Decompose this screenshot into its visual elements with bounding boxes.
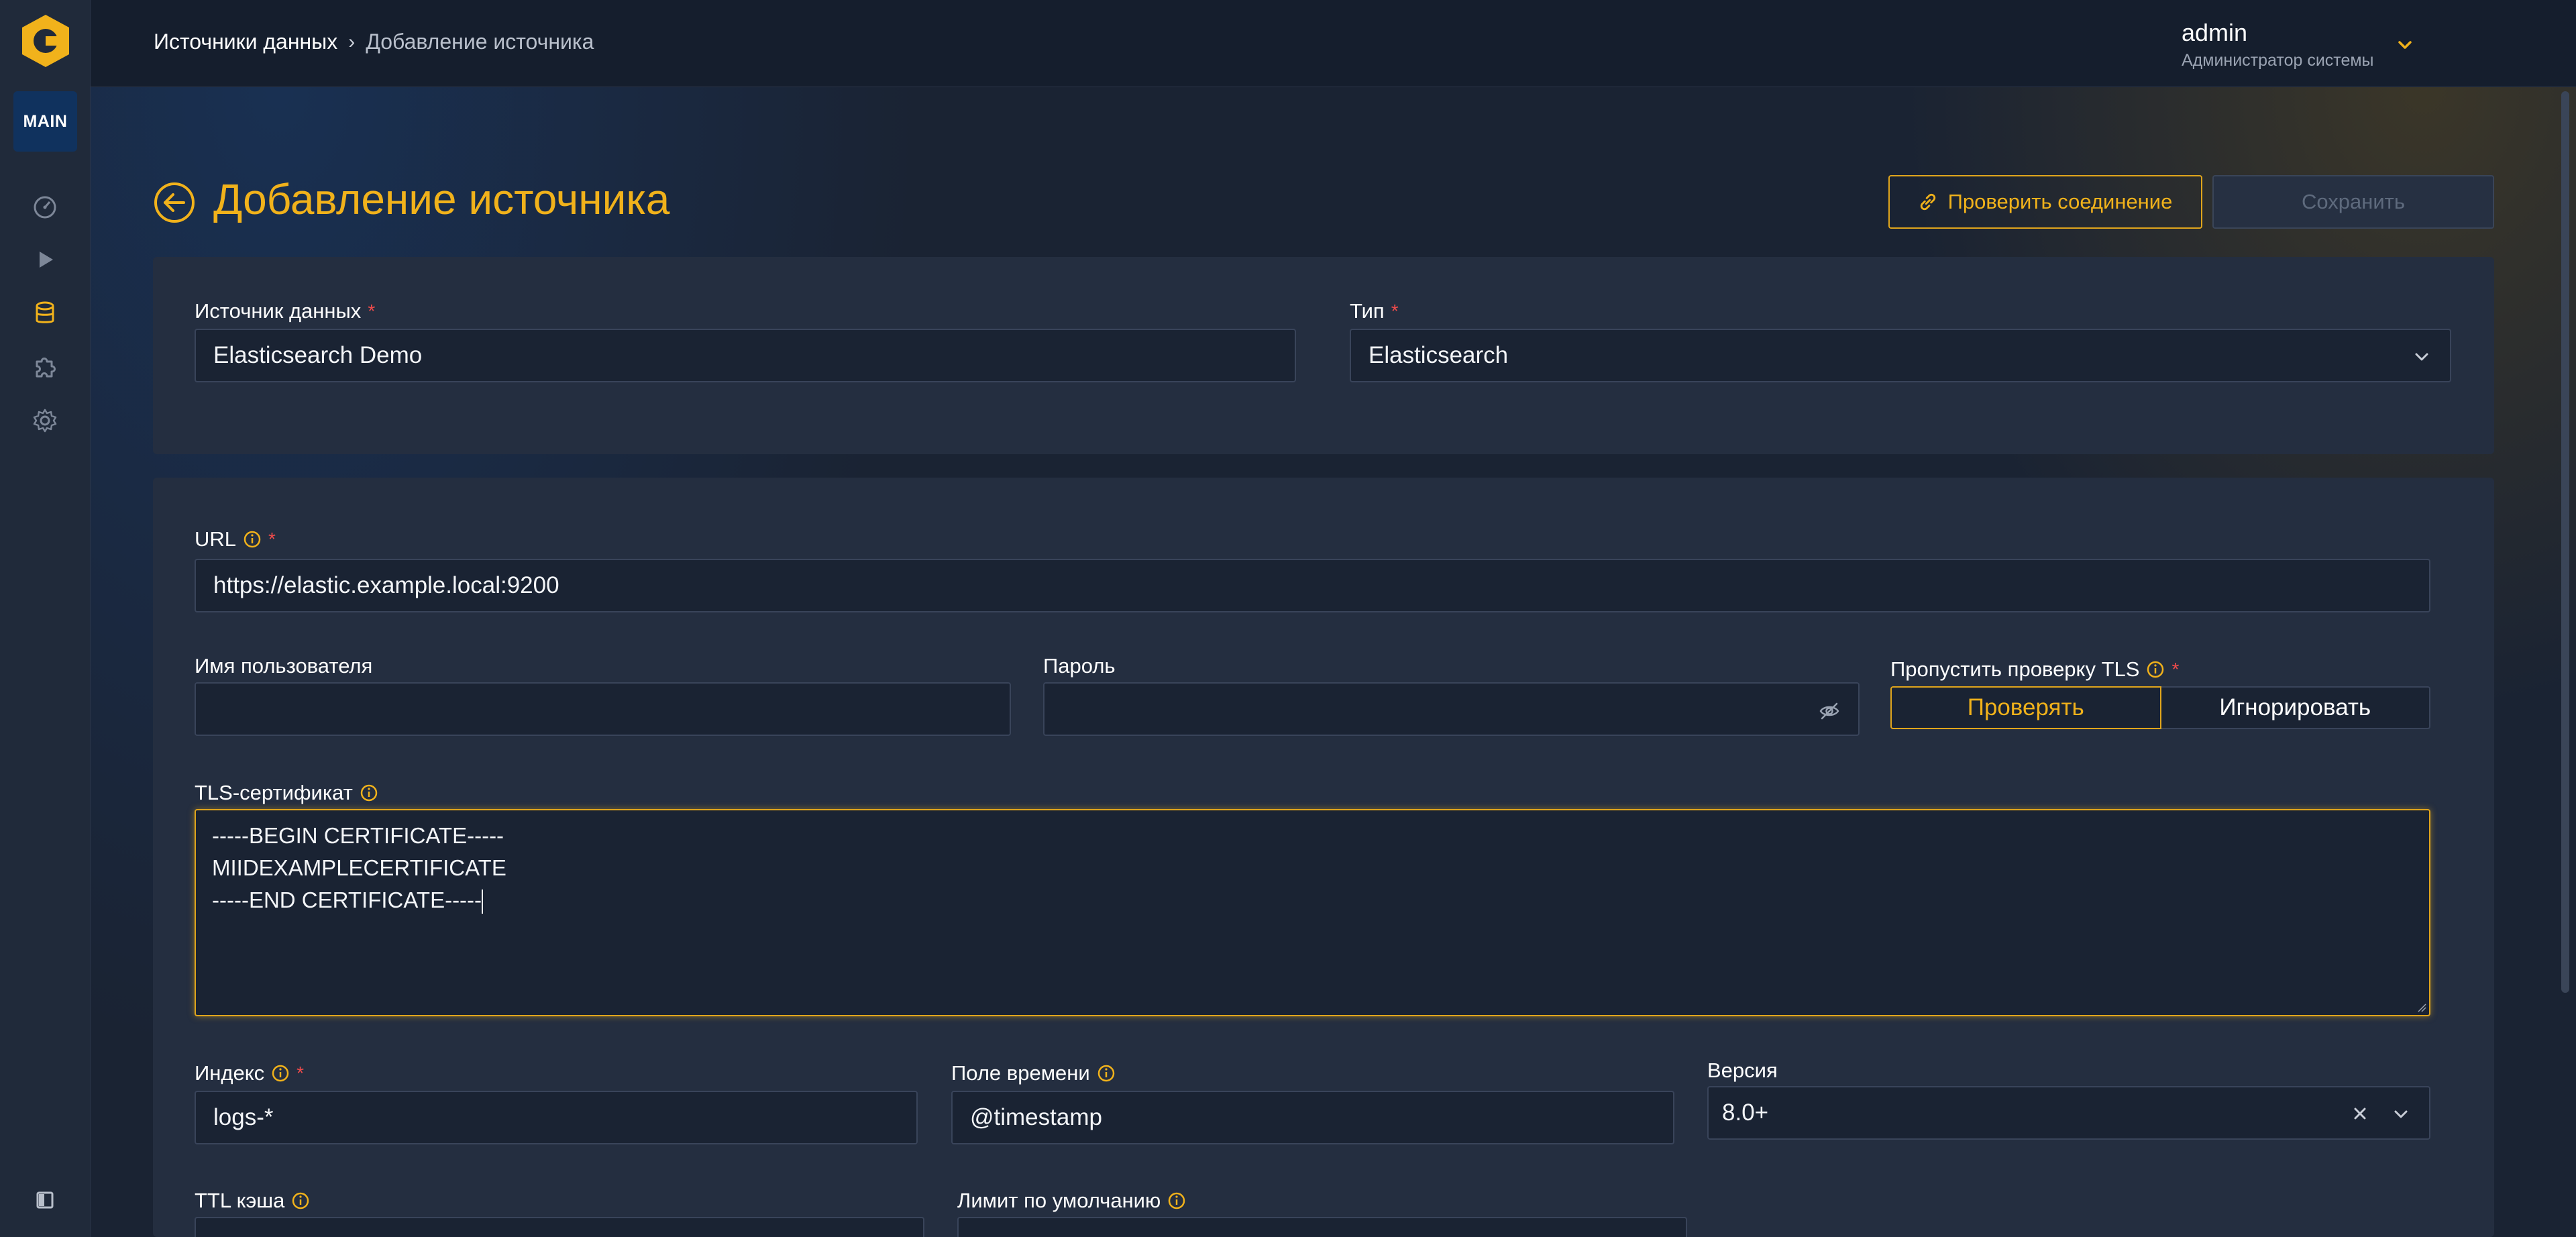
version-label: Версия bbox=[1707, 1059, 1778, 1082]
chevron-right-icon: › bbox=[348, 30, 356, 53]
back-arrow-icon[interactable] bbox=[153, 181, 196, 224]
text-caret bbox=[482, 890, 484, 914]
nav-settings[interactable] bbox=[30, 405, 60, 436]
password-label: Пароль bbox=[1043, 654, 1116, 678]
version-select[interactable]: 8.0+ bbox=[1707, 1086, 2430, 1140]
required-mark: * bbox=[1391, 301, 1399, 321]
breadcrumb: Источники данных › Добавление источника bbox=[154, 30, 594, 54]
info-icon[interactable] bbox=[1097, 1064, 1116, 1083]
index-input[interactable]: logs-* bbox=[195, 1091, 918, 1144]
required-mark: * bbox=[368, 301, 376, 321]
info-icon[interactable] bbox=[2146, 660, 2165, 679]
required-mark: * bbox=[297, 1063, 305, 1083]
source-name-input[interactable]: Elasticsearch Demo bbox=[195, 329, 1296, 382]
database-icon bbox=[36, 301, 54, 323]
type-select[interactable]: Elasticsearch bbox=[1350, 329, 2451, 382]
page-title: Добавление источника bbox=[213, 175, 670, 223]
chevron-down-icon[interactable] bbox=[2395, 35, 2415, 55]
info-icon[interactable] bbox=[243, 530, 262, 549]
tls-cert-label: TLS-сертификат bbox=[195, 781, 378, 805]
puzzle-icon bbox=[36, 358, 56, 378]
logo-icon bbox=[22, 15, 69, 67]
password-input[interactable] bbox=[1043, 682, 1860, 736]
chevron-down-icon bbox=[2415, 353, 2428, 361]
info-icon[interactable] bbox=[271, 1064, 290, 1083]
clear-icon[interactable] bbox=[2350, 1104, 2370, 1124]
check-connection-button[interactable]: Проверить соединение bbox=[1888, 175, 2202, 229]
nav-dashboard[interactable] bbox=[30, 191, 60, 222]
user-menu[interactable]: admin Администратор системы bbox=[2182, 19, 2374, 70]
time-field-label: Поле времени bbox=[951, 1061, 1116, 1085]
workspace-badge[interactable]: MAIN bbox=[13, 91, 77, 152]
gear-icon bbox=[33, 409, 57, 433]
cache-ttl-input[interactable] bbox=[195, 1217, 924, 1237]
save-button[interactable]: Сохранить bbox=[2212, 175, 2494, 229]
nav-plugins[interactable] bbox=[30, 352, 60, 382]
breadcrumb-link-datasources[interactable]: Источники данных bbox=[154, 30, 337, 54]
breadcrumb-current: Добавление источника bbox=[366, 30, 594, 54]
type-label: Тип * bbox=[1350, 299, 1399, 323]
info-icon[interactable] bbox=[1167, 1191, 1186, 1210]
cert-line: -----BEGIN CERTIFICATE----- bbox=[212, 823, 504, 848]
url-label: URL * bbox=[195, 527, 276, 551]
resize-grip-icon[interactable] bbox=[2417, 1003, 2426, 1012]
app-logo[interactable] bbox=[18, 13, 73, 68]
username-label: Имя пользователя bbox=[195, 654, 373, 678]
nav-datasources[interactable] bbox=[30, 298, 60, 329]
sidebar: MAIN bbox=[0, 0, 91, 1237]
sidebar-collapse-icon bbox=[36, 1191, 54, 1209]
tls-verify-option[interactable]: Проверять bbox=[1890, 686, 2161, 729]
info-icon[interactable] bbox=[360, 784, 378, 802]
play-icon bbox=[40, 252, 53, 268]
app-root: MAIN Источники данных › Добавление источ… bbox=[0, 0, 2576, 1237]
link-icon bbox=[1920, 193, 1935, 211]
source-name-label: Источник данных * bbox=[195, 299, 376, 323]
sidebar-collapse-button[interactable] bbox=[30, 1185, 60, 1216]
eye-off-icon[interactable] bbox=[1818, 700, 1841, 722]
skip-tls-toggle: Проверять Игнорировать bbox=[1890, 686, 2430, 729]
default-limit-input[interactable] bbox=[957, 1217, 1687, 1237]
index-label: Индекс * bbox=[195, 1061, 305, 1085]
check-connection-label: Проверить соединение bbox=[1947, 190, 2173, 213]
user-name: admin bbox=[2182, 19, 2248, 46]
tls-cert-textarea[interactable]: -----BEGIN CERTIFICATE----- MIIDEXAMPLEC… bbox=[195, 809, 2430, 1016]
nav-explore[interactable] bbox=[30, 244, 60, 275]
skip-tls-label: Пропустить проверку TLS * bbox=[1890, 657, 2180, 681]
required-mark: * bbox=[2171, 659, 2180, 680]
chevron-down-icon bbox=[2394, 1110, 2408, 1118]
user-role: Администратор системы bbox=[2182, 51, 2374, 70]
time-field-input[interactable]: @timestamp bbox=[951, 1091, 1674, 1144]
url-input[interactable]: https://elastic.example.local:9200 bbox=[195, 559, 2430, 612]
page-scrollbar[interactable] bbox=[2561, 91, 2569, 993]
cert-line: -----END CERTIFICATE----- bbox=[212, 884, 2413, 916]
info-icon[interactable] bbox=[291, 1191, 310, 1210]
required-mark: * bbox=[268, 529, 276, 549]
username-input[interactable] bbox=[195, 682, 1011, 736]
default-limit-label: Лимит по умолчанию bbox=[957, 1189, 1186, 1213]
cache-ttl-label: TTL кэша bbox=[195, 1189, 310, 1213]
tls-ignore-option[interactable]: Игнорировать bbox=[2161, 686, 2430, 729]
cert-line: MIIDEXAMPLECERTIFICATE bbox=[212, 855, 506, 880]
dashboard-icon bbox=[34, 196, 56, 219]
